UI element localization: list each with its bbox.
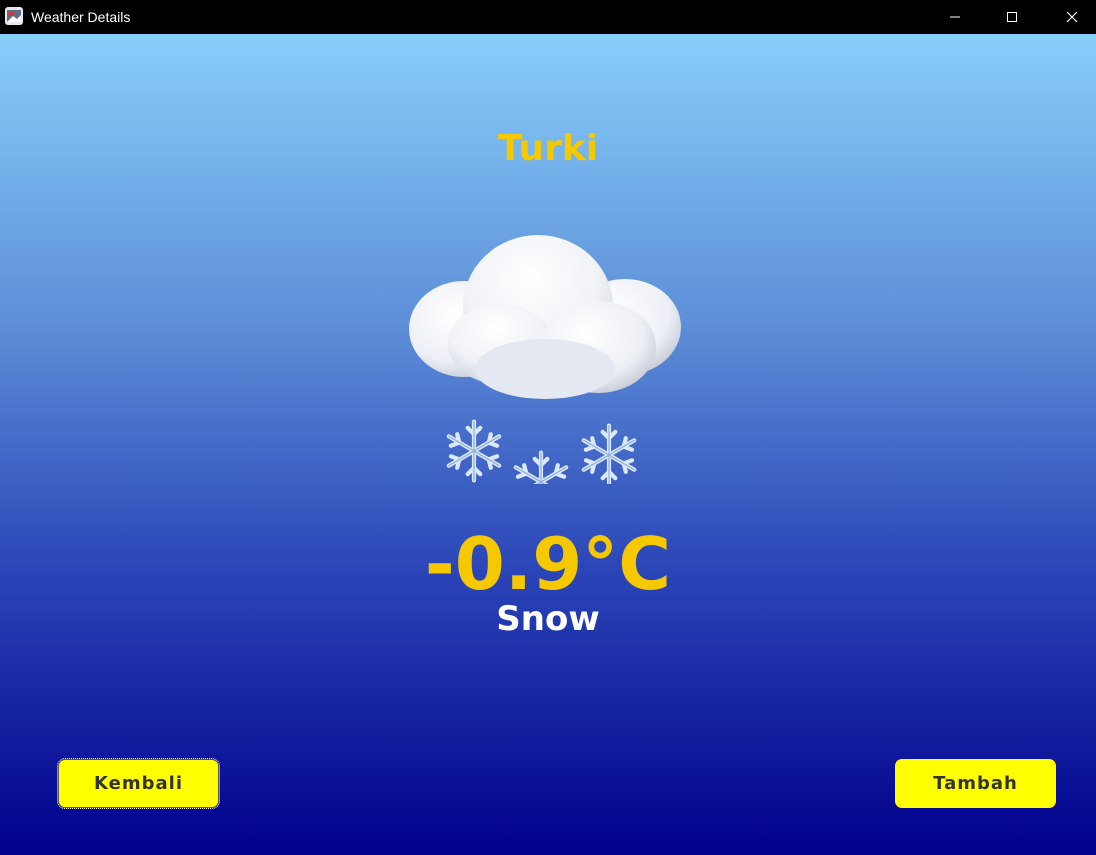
maximize-button[interactable] bbox=[989, 0, 1035, 34]
weather-panel: Turki -0.9°C Snow Kembali Tambah bbox=[0, 34, 1096, 855]
java-app-icon bbox=[5, 7, 23, 25]
window-title: Weather Details bbox=[31, 9, 131, 25]
back-button[interactable]: Kembali bbox=[57, 758, 220, 809]
weather-condition: Snow bbox=[496, 599, 600, 639]
close-icon bbox=[1066, 11, 1078, 23]
minimize-button[interactable] bbox=[932, 0, 978, 34]
weather-details-window: Weather Details Turki -0.9°C Snow Kembal… bbox=[0, 0, 1096, 855]
temperature-value: -0.9°C bbox=[424, 522, 672, 606]
minimize-icon bbox=[950, 16, 960, 18]
close-button[interactable] bbox=[1049, 0, 1095, 34]
city-name: Turki bbox=[497, 128, 599, 169]
snow-cloud-icon bbox=[409, 235, 681, 484]
title-bar[interactable]: Weather Details bbox=[0, 0, 1096, 34]
maximize-icon bbox=[1007, 12, 1017, 22]
add-button[interactable]: Tambah bbox=[895, 759, 1056, 808]
